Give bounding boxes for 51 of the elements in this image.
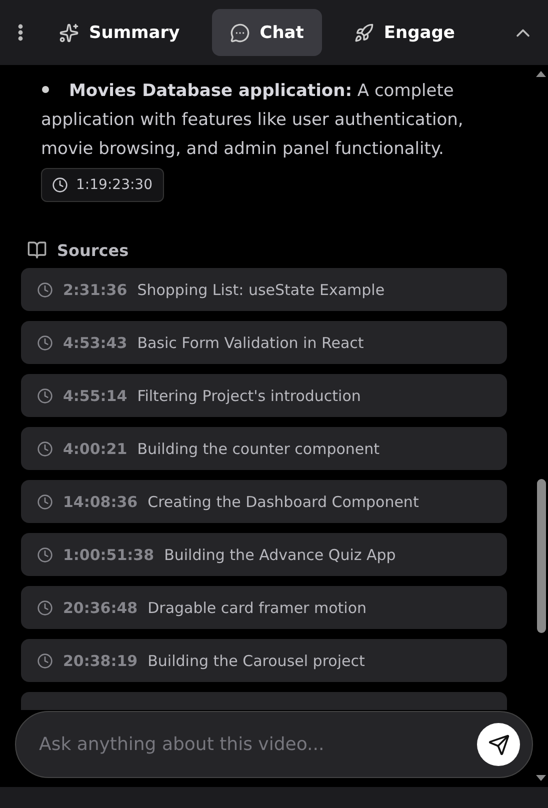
source-title: Shopping List: useState Example <box>137 280 385 298</box>
source-time: 2:31:36 <box>63 280 128 298</box>
clock-icon <box>37 600 53 616</box>
sparkle-icon <box>59 22 79 42</box>
source-item[interactable]: 1:00:51:38 Building the Advance Quiz App <box>21 533 507 576</box>
source-title: Filtering Project's introduction <box>137 386 361 404</box>
source-item[interactable]: 2:31:36 Shopping List: useState Example <box>21 268 507 311</box>
sources-heading: Sources <box>57 240 129 260</box>
chat-bubble-icon <box>230 22 250 42</box>
rocket-icon <box>354 22 374 42</box>
source-item[interactable]: 4:53:43 Basic Form Validation in React <box>21 321 507 364</box>
clock-icon <box>37 494 53 510</box>
scrollbar-thumb[interactable] <box>536 479 546 633</box>
chat-input-field[interactable]: Ask anything about this video... <box>15 711 533 778</box>
timestamp-chip[interactable]: 1:19:23:30 <box>41 168 164 202</box>
source-time: 14:08:36 <box>63 492 138 510</box>
source-title: Basic Form Validation in React <box>137 334 364 352</box>
source-time: 4:00:21 <box>63 440 128 458</box>
clock-icon <box>52 177 68 193</box>
chat-input[interactable]: Ask anything about this video... <box>37 733 477 756</box>
more-icon <box>18 24 23 41</box>
source-item[interactable]: 4:00:21 Building the counter component <box>21 427 507 470</box>
source-time: 4:55:14 <box>63 386 128 404</box>
source-title: Dragable card framer motion <box>148 598 367 616</box>
source-title: Building the Carousel project <box>148 652 365 670</box>
scroll-up-icon[interactable] <box>536 71 546 77</box>
source-item[interactable]: 20:38:19 Building the Carousel project <box>21 639 507 682</box>
source-item[interactable]: 4:55:14 Filtering Project's introduction <box>21 374 507 417</box>
scroll-down-icon[interactable] <box>536 775 546 781</box>
clock-icon <box>37 334 53 350</box>
send-icon <box>488 734 510 756</box>
clock-icon <box>37 388 53 404</box>
tab[interactable]: Chat <box>212 9 322 56</box>
tab[interactable]: Summary <box>41 9 198 56</box>
tab[interactable]: Engage <box>336 9 473 56</box>
book-icon <box>27 240 47 260</box>
send-button[interactable] <box>477 723 520 766</box>
clock-icon <box>37 546 53 562</box>
source-time: 4:53:43 <box>63 334 128 352</box>
source-title: Building the counter component <box>137 440 380 458</box>
source-time: 1:00:51:38 <box>63 546 154 564</box>
clock-icon <box>37 652 53 668</box>
clock-icon <box>37 282 53 298</box>
source-item[interactable]: 14:08:36 Creating the Dashboard Component <box>21 480 507 523</box>
source-time: 20:38:19 <box>63 652 138 670</box>
source-title: Creating the Dashboard Component <box>148 492 419 510</box>
source-title: Building the Advance Quiz App <box>164 546 396 564</box>
message-text: Movies Database application: A complete application with features like user authentication, movie browsing, and admin panel functionality. <box>41 77 501 164</box>
clock-icon <box>37 440 53 456</box>
source-time: 20:36:48 <box>63 598 138 616</box>
source-item[interactable]: 20:36:48 Dragable card framer motion <box>21 586 507 629</box>
